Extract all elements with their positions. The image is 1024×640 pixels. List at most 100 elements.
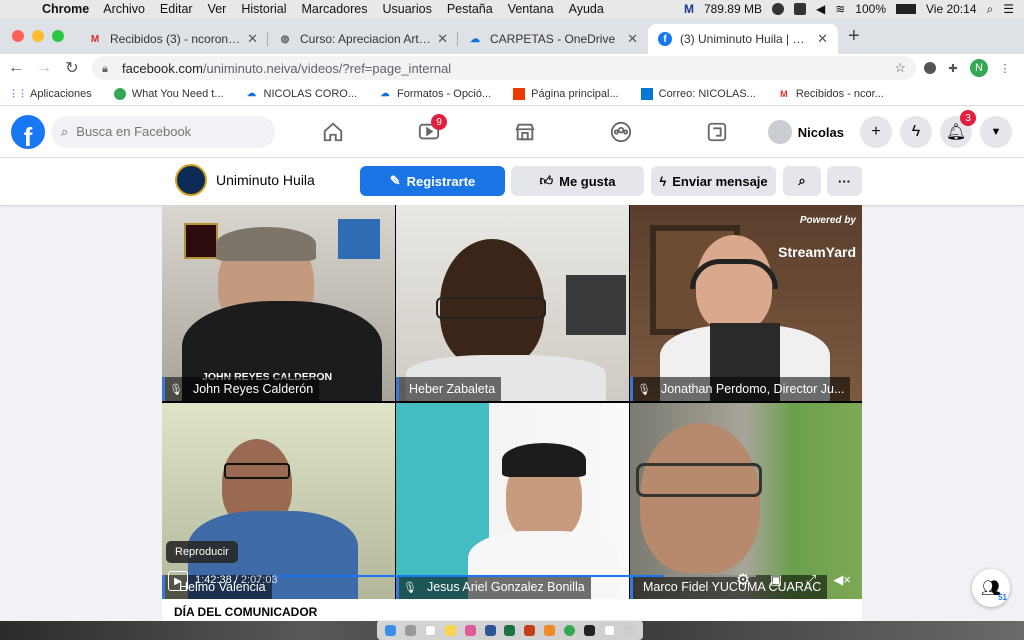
tab-gmail[interactable]: M Recibidos (3) - ncoronadolo@u ✕	[78, 24, 268, 54]
notes-icon[interactable]	[444, 624, 456, 636]
malwarebytes-icon[interactable]: M	[684, 2, 694, 16]
settings-gear-icon[interactable]: ⚙	[734, 571, 752, 589]
excel-icon[interactable]	[504, 624, 516, 636]
bookmark-item[interactable]: ☁ NICOLAS CORO...	[246, 88, 357, 100]
new-tab-button[interactable]: +	[848, 25, 860, 48]
reload-button[interactable]: ↻	[60, 58, 84, 78]
register-label: Registrarte	[406, 173, 476, 189]
notifications-button[interactable]: 🔔︎ 3	[940, 110, 976, 148]
page-search-button[interactable]: ⌕	[783, 166, 821, 196]
clock[interactable]: Vie 20:14	[926, 2, 977, 16]
mute-icon[interactable]: ◀×	[833, 571, 851, 589]
menu-historial[interactable]: Historial	[241, 2, 286, 16]
wifi-icon[interactable]: ≋	[835, 2, 845, 16]
video-player[interactable]: JOHN REYES CALDERON 🎙︎ John Reyes Calder…	[162, 205, 862, 599]
chrome-menu-icon[interactable]: ⋮	[996, 59, 1014, 77]
minimize-window-button[interactable]	[32, 30, 44, 42]
document-icon[interactable]	[603, 624, 615, 636]
account-menu-button[interactable]: ▼	[980, 116, 1012, 148]
bookmark-item[interactable]: ☁ Formatos - Opció...	[379, 88, 492, 100]
tab-groups[interactable]	[573, 106, 669, 158]
tab-watch[interactable]: 9	[381, 106, 477, 158]
address-bar[interactable]: 🔒︎ facebook.com/uniminuto.neiva/videos/?…	[92, 56, 916, 80]
pencil-icon: ✎	[389, 173, 401, 188]
menu-editar[interactable]: Editar	[160, 2, 193, 16]
progress-bar[interactable]	[276, 575, 756, 577]
onedrive-icon: ☁	[470, 33, 480, 45]
tab-curso[interactable]: ◍ Curso: Apreciacion Artistica ✕	[268, 24, 458, 54]
menu-usuarios[interactable]: Usuarios	[383, 2, 432, 16]
messenger-button[interactable]: ϟ	[900, 116, 932, 148]
tab-marketplace[interactable]	[477, 106, 573, 158]
user-icon[interactable]	[772, 3, 784, 15]
play-button[interactable]: ▶	[168, 571, 188, 591]
menu-pestana[interactable]: Pestaña	[447, 2, 493, 16]
search-icon: ⌕	[61, 123, 69, 139]
menu-ventana[interactable]: Ventana	[508, 2, 554, 16]
close-tab-icon[interactable]: ✕	[627, 31, 638, 47]
back-button[interactable]: ←	[4, 59, 28, 77]
muted-mic-icon: 🎙︎	[169, 383, 183, 396]
page-more-button[interactable]: ···	[827, 166, 862, 196]
menu-app-name[interactable]: Chrome	[42, 2, 89, 16]
online-friends-button[interactable]: 👥︎ 51	[972, 569, 1010, 607]
bookmark-item[interactable]: Correo: NICOLAS...	[640, 87, 756, 100]
extension-icon[interactable]	[924, 62, 936, 74]
window-controls	[12, 30, 64, 42]
battery-percent: 100%	[855, 2, 886, 16]
page-avatar[interactable]	[175, 164, 207, 196]
tab-home[interactable]	[285, 106, 381, 158]
bookmark-apps[interactable]: ⋮⋮ Aplicaciones	[9, 88, 92, 100]
extensions-puzzle-icon[interactable]: ✚	[944, 59, 962, 77]
send-message-button[interactable]: ϟ Enviar mensaje	[651, 166, 776, 196]
photos-icon[interactable]	[464, 624, 476, 636]
menu-archivo[interactable]: Archivo	[103, 2, 145, 16]
chrome-icon[interactable]	[564, 624, 576, 636]
page-header: Uniminuto Huila ✎ Registrarte 👍︎ Me gust…	[0, 158, 1024, 205]
terminal-icon[interactable]	[583, 624, 595, 636]
battery-icon[interactable]	[896, 4, 916, 14]
bookmark-item[interactable]: Página principal...	[513, 87, 619, 100]
vlc-icon[interactable]	[544, 624, 556, 636]
menu-marcadores[interactable]: Marcadores	[302, 2, 368, 16]
launchpad-icon[interactable]	[405, 624, 417, 636]
zoom-window-button[interactable]	[52, 30, 64, 42]
close-tab-icon[interactable]: ✕	[817, 31, 828, 47]
facebook-search[interactable]: ⌕	[51, 115, 275, 148]
notification-center-icon[interactable]: ☰	[1003, 2, 1014, 16]
close-tab-icon[interactable]: ✕	[247, 31, 258, 47]
search-input[interactable]	[76, 124, 257, 139]
bookmark-item[interactable]: What You Need t...	[113, 87, 224, 100]
teamviewer-icon[interactable]	[794, 3, 806, 15]
spotlight-icon[interactable]: ⌕	[987, 2, 994, 17]
trash-icon[interactable]	[623, 624, 635, 636]
profile-avatar[interactable]: N	[970, 59, 988, 77]
picture-in-picture-icon[interactable]: ▣	[767, 571, 785, 589]
bookmark-item[interactable]: M Recibidos - ncor...	[778, 88, 884, 100]
register-button[interactable]: ✎ Registrarte	[360, 166, 505, 196]
profile-link[interactable]: Nicolas	[767, 120, 844, 144]
tab-facebook-active[interactable]: f (3) Uniminuto Huila | Facebook ✕	[648, 24, 838, 54]
bookmark-star-icon[interactable]: ☆	[894, 60, 906, 76]
volume-icon[interactable]: ◀	[816, 2, 825, 16]
powerpoint-icon[interactable]	[524, 624, 536, 636]
calendar-icon[interactable]	[425, 624, 437, 636]
menu-ayuda[interactable]: Ayuda	[569, 2, 604, 16]
forward-button[interactable]: →	[32, 59, 56, 77]
message-label: Enviar mensaje	[672, 173, 768, 189]
finder-icon[interactable]	[385, 624, 397, 636]
facebook-logo-icon[interactable]: f	[11, 114, 45, 149]
word-icon[interactable]	[484, 624, 496, 636]
page-name[interactable]: Uniminuto Huila	[216, 172, 315, 188]
memory-readout[interactable]: 789.89 MB	[704, 2, 762, 16]
create-button[interactable]: +	[860, 116, 892, 148]
lock-icon[interactable]: 🔒︎	[102, 63, 112, 75]
tab-gaming[interactable]	[669, 106, 765, 158]
bookmarks-bar: ⋮⋮ Aplicaciones What You Need t... ☁ NIC…	[0, 82, 1024, 106]
like-page-button[interactable]: 👍︎ Me gusta	[511, 166, 644, 196]
close-tab-icon[interactable]: ✕	[437, 31, 448, 47]
fullscreen-icon[interactable]: ⤢	[802, 571, 820, 589]
close-window-button[interactable]	[12, 30, 24, 42]
tab-onedrive[interactable]: ☁ CARPETAS - OneDrive ✕	[458, 24, 648, 54]
menu-ver[interactable]: Ver	[208, 2, 227, 16]
